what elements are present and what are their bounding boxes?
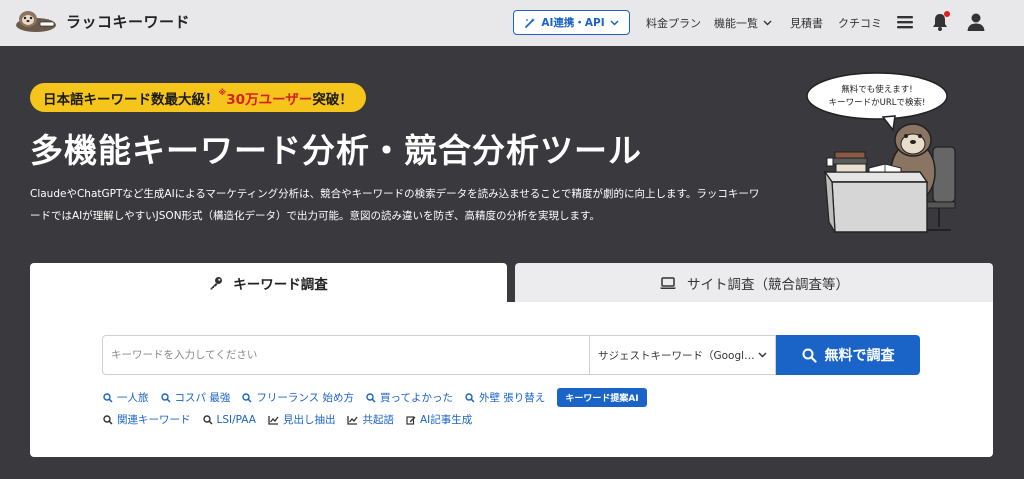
tab-keyword-research[interactable]: キーワード調査 <box>30 263 507 303</box>
magic-wand-icon <box>525 17 536 28</box>
page-title: 多機能キーワード分析・競合分析ツール <box>30 131 642 170</box>
chevron-down-icon <box>610 19 619 26</box>
nav-features[interactable]: 機能一覧 <box>714 15 772 31</box>
search-icon <box>103 392 113 403</box>
nav-reviews-label: クチコミ <box>838 17 882 30</box>
search-icon <box>802 348 817 363</box>
suggestion-chip[interactable]: 外壁 張り替え <box>465 390 545 405</box>
chart-icon <box>347 415 358 425</box>
promo-badge: 日本語キーワード数最大級！ ※ 30万ユーザー 突破！ <box>30 83 366 112</box>
search-icon <box>366 392 376 403</box>
top-header: ラッコキーワード AI連携・API 料金プラン 機能一覧 見積書 クチコミ <box>0 0 1024 46</box>
search-icon <box>465 392 475 403</box>
nav-pricing[interactable]: 料金プラン <box>646 15 701 31</box>
tool-ai-article[interactable]: AI記事生成 <box>406 412 472 427</box>
nav-reviews[interactable]: クチコミ <box>838 15 882 31</box>
logo-text: ラッコキーワード <box>66 12 191 31</box>
tool-related-keywords[interactable]: 関連キーワード <box>103 412 191 427</box>
ai-integration-button[interactable]: AI連携・API <box>513 10 630 35</box>
ai-integration-label: AI連携・API <box>541 17 605 29</box>
nav-estimate[interactable]: 見積書 <box>790 15 823 31</box>
tab-site-research-label: サイト調査（競合調査等） <box>687 277 849 293</box>
nav-pricing-label: 料金プラン <box>646 17 701 30</box>
bell-icon[interactable] <box>928 10 952 34</box>
user-icon[interactable] <box>964 10 988 34</box>
badge-highlight: 30万ユーザー <box>226 91 313 108</box>
suggestion-label: 外壁 張り替え <box>478 392 546 404</box>
search-type-value: サジェストキーワード（Googl… <box>598 349 755 362</box>
suggestion-chip[interactable]: コスパ 最強 <box>160 390 231 405</box>
speech-line-2: キーワードかURLで検索! <box>829 97 926 108</box>
search-type-select[interactable]: サジェストキーワード（Googl… <box>589 335 776 375</box>
key-icon <box>210 277 223 290</box>
laptop-icon <box>660 277 676 289</box>
tool-label: 共起語 <box>362 414 394 426</box>
search-submit-button[interactable]: 無料で調査 <box>776 335 920 375</box>
chevron-down-icon <box>763 20 772 26</box>
otter-mascot-illustration: 無料でも使えます! キーワードかURLで検索! <box>806 72 956 233</box>
hero-description: ClaudeやChatGPTなど生成AIによるマーケティング分析は、競合やキーワ… <box>30 188 760 222</box>
notification-dot <box>944 11 950 17</box>
suggestion-label: フリーランス 始め方 <box>256 392 354 404</box>
chevron-down-icon <box>758 352 767 358</box>
tool-label: 関連キーワード <box>117 414 191 426</box>
suggestion-keywords: 一人旅 コスパ 最強 フリーランス 始め方 買ってよかった 外壁 張り替え キー… <box>103 388 647 407</box>
search-icon <box>160 392 171 403</box>
logo[interactable]: ラッコキーワード <box>14 8 190 34</box>
tool-label: LSI/PAA <box>216 413 256 426</box>
tool-label: 見出し抽出 <box>282 414 336 426</box>
otter-logo-icon <box>16 11 56 32</box>
badge-suffix: 突破！ <box>312 91 353 108</box>
keyword-suggest-ai-button[interactable]: キーワード提案AI <box>557 388 647 407</box>
suggestion-chip[interactable]: 買ってよかった <box>366 390 453 405</box>
search-icon <box>202 414 213 425</box>
badge-mark: ※ <box>218 88 227 97</box>
tool-label: AI記事生成 <box>419 414 473 426</box>
keyword-search-input[interactable] <box>102 335 590 375</box>
search-icon <box>103 414 113 425</box>
chart-icon <box>268 415 279 425</box>
search-submit-label: 無料で調査 <box>824 348 895 364</box>
menu-icon[interactable] <box>893 10 917 34</box>
suggestion-label: 一人旅 <box>117 392 149 404</box>
edit-icon <box>406 415 416 425</box>
speech-line-1: 無料でも使えます! <box>841 84 912 95</box>
search-icon <box>242 392 252 403</box>
tool-cooccurrence[interactable]: 共起語 <box>347 412 394 427</box>
suggestion-label: コスパ 最強 <box>174 392 231 404</box>
nav-features-label: 機能一覧 <box>714 17 758 30</box>
nav-estimate-label: 見積書 <box>790 17 823 30</box>
suggestion-chip[interactable]: フリーランス 始め方 <box>242 390 354 405</box>
tool-lsi-paa[interactable]: LSI/PAA <box>202 413 256 426</box>
tab-keyword-research-label: キーワード調査 <box>233 277 328 293</box>
suggestion-label: 買ってよかった <box>379 392 453 404</box>
tab-site-research[interactable]: サイト調査（競合調査等） <box>515 263 993 303</box>
badge-prefix: 日本語キーワード数最大級！ <box>43 91 219 108</box>
tool-links: 関連キーワード LSI/PAA 見出し抽出 共起語 AI記事生成 <box>103 412 472 427</box>
tool-heading-extract[interactable]: 見出し抽出 <box>268 412 336 427</box>
suggestion-chip[interactable]: 一人旅 <box>103 390 149 405</box>
search-panel <box>30 302 993 457</box>
